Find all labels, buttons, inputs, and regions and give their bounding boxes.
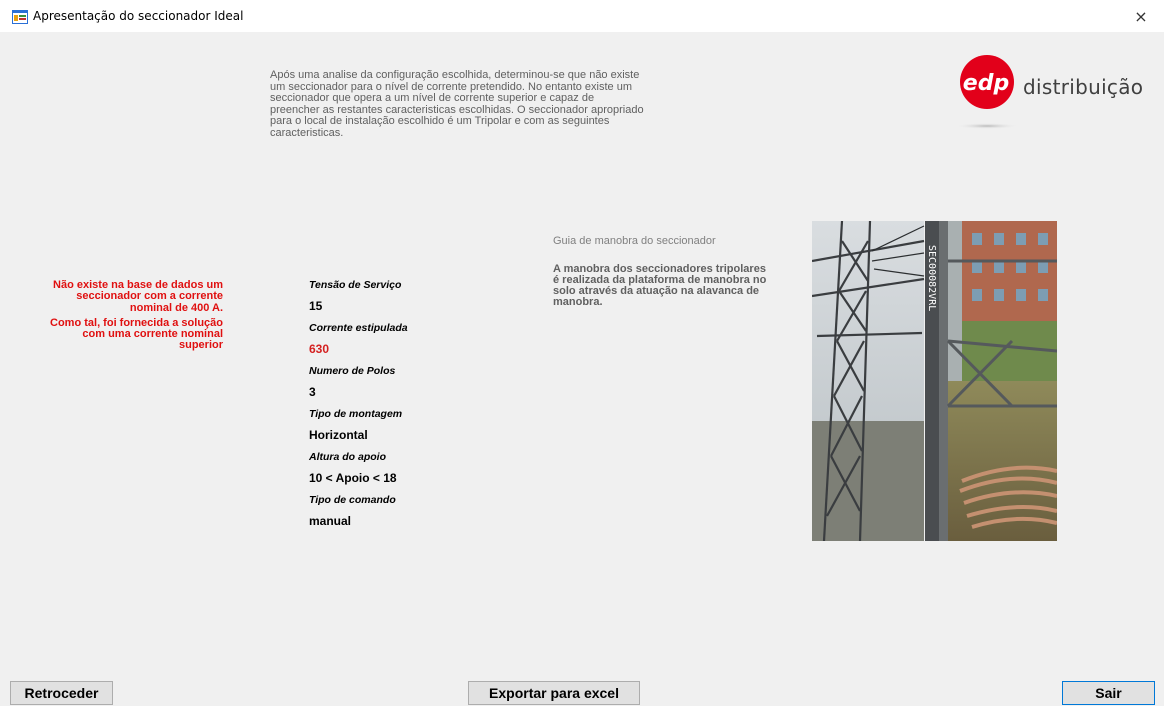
close-button[interactable]: × [1118,0,1164,32]
warning-line-2: Como tal, foi fornecida a solução com um… [50,316,223,352]
warning-message: Não existe na base de dados um seccionad… [40,279,223,352]
guide-title: Guia de manobra do seccionador [553,235,716,247]
specs-panel: Tensão de Serviço 15 Corrente estipulada… [309,278,509,536]
spec-value-tensao: 15 [309,299,323,313]
intro-text: Após uma analise da configuração escolhi… [270,69,644,139]
spec-value-comando: manual [309,514,352,528]
seccionador-photo: SEC00082VRL [812,221,1057,541]
pole-marking: SEC00082VRL [926,245,937,311]
edp-logo-text: edp [963,71,1009,96]
spec-value-altura: 10 < Apoio < 18 [309,471,397,485]
warning-line-1: Não existe na base de dados um seccionad… [53,279,223,314]
guide-text: A manobra dos seccionadores tripolares é… [553,263,767,308]
export-excel-button[interactable]: Exportar para excel [468,681,640,705]
spec-label-corrente: Corrente estipulada [309,322,408,334]
spec-label-polos: Numero de Polos [309,365,396,377]
spec-value-polos: 3 [309,385,316,399]
window-title: Apresentação do seccionador Ideal [33,9,244,23]
title-bar: Apresentação do seccionador Ideal × [0,0,1164,32]
brand-wordmark: distribuição [1023,75,1144,99]
spec-value-corrente: 630 [309,342,330,356]
exit-button[interactable]: Sair [1062,681,1155,705]
back-button[interactable]: Retroceder [10,681,113,705]
spec-value-montagem: Horizontal [309,428,368,442]
app-icon [12,10,28,24]
spec-label-altura: Altura do apoio [309,451,386,463]
close-icon: × [1134,6,1148,26]
spec-label-comando: Tipo de comando [309,494,396,506]
spec-label-tensao: Tensão de Serviço [309,279,402,291]
spec-label-montagem: Tipo de montagem [309,408,403,420]
